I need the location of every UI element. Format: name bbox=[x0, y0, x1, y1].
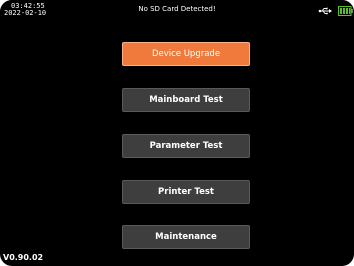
maintenance-button[interactable]: Maintenance bbox=[122, 225, 250, 249]
device-upgrade-button[interactable]: Device Upgrade bbox=[122, 42, 250, 66]
status-bar: 03:42:55 2022-02-10 No SD Card Detected! bbox=[0, 0, 354, 20]
usb-icon bbox=[318, 7, 332, 15]
battery-icon bbox=[338, 6, 353, 16]
mainboard-test-button[interactable]: Mainboard Test bbox=[122, 88, 250, 112]
printer-test-button[interactable]: Printer Test bbox=[122, 180, 250, 204]
device-screen: 03:42:55 2022-02-10 No SD Card Detected!… bbox=[0, 0, 354, 266]
firmware-version: V0.90.02 bbox=[3, 253, 44, 262]
sd-card-status-message: No SD Card Detected! bbox=[138, 5, 216, 13]
parameter-test-button[interactable]: Parameter Test bbox=[122, 134, 250, 158]
